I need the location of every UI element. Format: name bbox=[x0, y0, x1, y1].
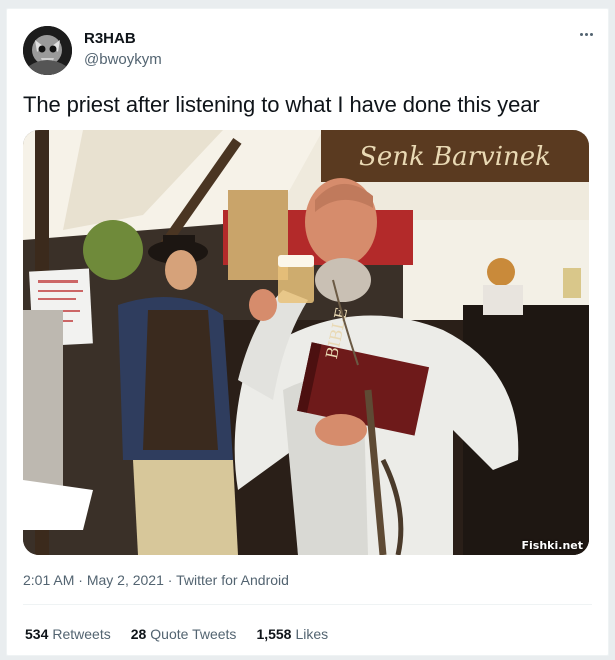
more-dots-icon[interactable] bbox=[574, 23, 598, 45]
retweets-label: Retweets bbox=[52, 626, 111, 642]
photo-illustration: Senk Barvinek BIBLE bbox=[23, 130, 589, 555]
skull-avatar-icon bbox=[23, 26, 72, 75]
tweet-card: R3HAB @bwoykym The priest after listenin… bbox=[6, 8, 609, 656]
dot bbox=[579, 32, 583, 36]
retweets-count: 534 bbox=[25, 626, 49, 642]
dot bbox=[584, 32, 588, 36]
likes-label: Likes bbox=[295, 626, 329, 642]
tweet-text: The priest after listening to what I hav… bbox=[23, 92, 540, 117]
dot bbox=[589, 32, 593, 36]
author-name[interactable]: R3HAB bbox=[84, 30, 136, 47]
divider bbox=[23, 604, 592, 605]
quote-tweets-count: 28 bbox=[130, 626, 147, 642]
tweet-time[interactable]: 2:01 AM bbox=[23, 572, 74, 588]
sign-text: Senk Barvinek bbox=[359, 142, 551, 172]
tweet-meta: 2:01 AM · May 2, 2021 · Twitter for Andr… bbox=[23, 572, 289, 588]
tweet-photo[interactable]: Senk Barvinek BIBLE Fishki.net bbox=[23, 130, 589, 555]
engagement-stats: 534 Retweets 28 Quote Tweets 1,558 Likes bbox=[25, 626, 328, 642]
avatar[interactable] bbox=[23, 26, 72, 75]
quote-tweets-label: Quote Tweets bbox=[150, 626, 237, 642]
likes-count: 1,558 bbox=[256, 626, 292, 642]
photo-watermark: Fishki.net bbox=[521, 539, 583, 552]
retweets-stat[interactable]: 534 Retweets bbox=[25, 626, 111, 642]
meta-separator: · bbox=[163, 572, 177, 588]
likes-stat[interactable]: 1,558 Likes bbox=[256, 626, 328, 642]
tweet-date[interactable]: May 2, 2021 bbox=[87, 572, 164, 588]
author-handle[interactable]: @bwoykym bbox=[84, 51, 162, 68]
meta-separator: · bbox=[74, 572, 87, 588]
tweet-source[interactable]: Twitter for Android bbox=[176, 572, 289, 588]
quote-tweets-stat[interactable]: 28 Quote Tweets bbox=[131, 626, 237, 642]
